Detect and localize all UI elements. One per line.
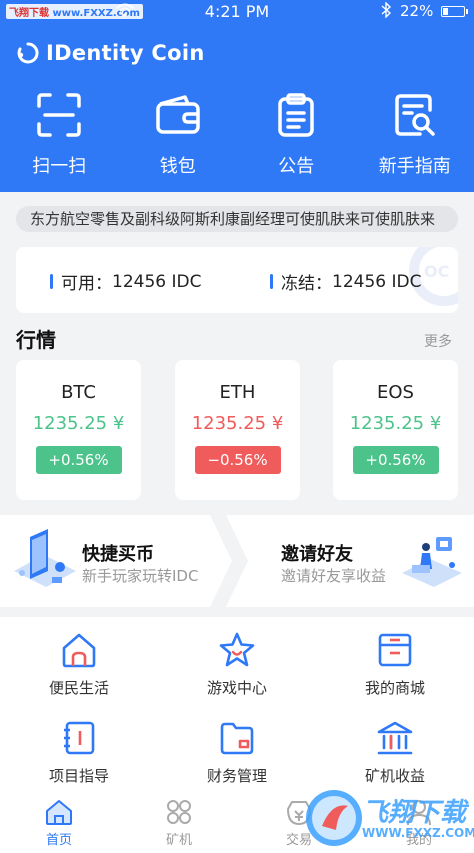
quick-buy-subtitle: 新手玩家玩转IDC (82, 567, 199, 585)
clipboard-icon (278, 93, 314, 137)
coin-price: 1235.25 ¥ (32, 413, 125, 434)
watermark-url: WWW.FXXZ.COM (362, 826, 474, 840)
feature-mining-income[interactable]: 矿机收益 (316, 705, 474, 793)
svg-text:OC: OC (424, 262, 449, 281)
feature-grid: 便民生活 游戏中心 我的商城 项目指导 财务管理 矿机收益 (0, 617, 474, 793)
coin-change-badge: +0.56% (35, 446, 122, 474)
invite-illustration-icon (402, 537, 462, 587)
balance-card: OC 可用： 12456 IDC 冻结： 12456 IDC (16, 247, 458, 313)
star-icon (219, 632, 255, 667)
quick-action-guide[interactable]: 新手指南 (356, 92, 474, 182)
site-watermark: 飞翔下载 WWW.FXXZ.COM (302, 784, 474, 852)
battery-tip (466, 9, 468, 14)
coin-card-btc[interactable]: BTC 1235.25 ¥ +0.56% (16, 360, 141, 500)
quick-action-announcement[interactable]: 公告 (237, 92, 356, 182)
feature-project-guide[interactable]: 项目指导 (0, 705, 158, 793)
feature-label: 游戏中心 (206, 679, 267, 697)
available-balance: 可用： 12456 IDC (50, 269, 201, 294)
watermark-text: 飞翔下载 (362, 798, 467, 828)
frozen-label: 冻结： (281, 274, 332, 294)
invite-title[interactable]: 邀请好友 (281, 540, 353, 566)
quick-buy-title[interactable]: 快捷买币 (82, 540, 154, 566)
available-value: 12456 IDC (112, 271, 202, 292)
battery-percent: 22% (400, 2, 434, 20)
store-icon (378, 633, 412, 667)
scan-icon (37, 93, 81, 137)
quick-action-scan[interactable]: 扫一扫 (0, 92, 119, 182)
wallet-icon (156, 95, 200, 134)
feature-label: 财务管理 (206, 767, 267, 785)
folder-icon (220, 722, 254, 755)
tab-label: 矿机 (165, 833, 192, 848)
feature-label: 我的商城 (364, 679, 425, 697)
coin-symbol: EOS (377, 382, 414, 403)
quick-action-label: 钱包 (159, 156, 196, 177)
quick-action-wallet[interactable]: 钱包 (119, 92, 238, 182)
logo-icon (17, 42, 39, 64)
invite-subtitle: 邀请好友享收益 (281, 567, 387, 585)
quick-actions: 扫一扫 钱包 公告 新手指南 (0, 92, 474, 182)
frozen-balance: 冻结： 12456 IDC (270, 269, 421, 294)
bank-icon (377, 721, 413, 755)
phone-coin-illustration-icon (14, 529, 76, 587)
feature-game-center[interactable]: 游戏中心 (158, 617, 316, 705)
watermark-logo-icon (306, 790, 362, 846)
app-brand: IDentity Coin (16, 38, 205, 68)
home-tab-icon (46, 800, 72, 825)
feature-finance[interactable]: 财务管理 (158, 705, 316, 793)
grid-tab-icon (167, 800, 191, 824)
frozen-value: 12456 IDC (332, 271, 422, 292)
coin-symbol: BTC (61, 382, 96, 403)
chevron-divider (210, 515, 248, 607)
market-more-link[interactable]: 更多 (424, 331, 452, 351)
coin-symbol: ETH (219, 382, 256, 403)
coin-price: 1235.25 ¥ (191, 413, 284, 434)
home-icon (62, 633, 96, 668)
tab-label: 首页 (45, 833, 72, 848)
quick-action-label: 扫一扫 (32, 156, 87, 177)
app-title: IDentity Coin (46, 41, 205, 65)
market-title: 行情 (16, 328, 56, 352)
accent-bar (50, 274, 53, 289)
bluetooth-icon (381, 2, 392, 18)
notice-marquee[interactable]: 东方航空零售及副科级阿斯利康副经理可使肌肤来可使肌肤来 (16, 206, 458, 232)
tab-miner[interactable]: 矿机 (120, 793, 238, 853)
coin-change-badge: −0.56% (194, 446, 281, 474)
coin-card-eth[interactable]: ETH 1235.25 ¥ −0.56% (175, 360, 300, 500)
coin-change-badge: +0.56% (352, 446, 439, 474)
tab-home[interactable]: 首页 (0, 793, 118, 853)
status-bar: 飞翔下载 www.FXXZ.com 4:21 PM 22% (0, 0, 474, 24)
coin-card-eos[interactable]: EOS 1235.25 ¥ +0.56% (333, 360, 458, 500)
feature-life-service[interactable]: 便民生活 (0, 617, 158, 705)
feature-label: 便民生活 (48, 679, 109, 697)
coin-price: 1235.25 ¥ (349, 413, 442, 434)
notice-text: 东方航空零售及副科级阿斯利康副经理可使肌肤来可使肌肤来 (30, 210, 436, 228)
guide-search-icon (395, 94, 435, 136)
notebook-icon (64, 721, 95, 755)
quick-action-label: 新手指南 (378, 156, 451, 177)
accent-bar (270, 274, 273, 289)
feature-label: 项目指导 (48, 767, 109, 785)
promo-banner: 快捷买币 新手玩家玩转IDC 邀请好友 邀请好友享收益 (0, 515, 474, 607)
available-label: 可用： (61, 274, 112, 294)
battery-icon (441, 6, 465, 17)
quick-action-label: 公告 (278, 156, 315, 177)
feature-label: 矿机收益 (364, 767, 425, 785)
feature-my-store[interactable]: 我的商城 (316, 617, 474, 705)
header-banner: 飞翔下载 www.FXXZ.com 4:21 PM 22% IDentity C… (0, 0, 474, 192)
